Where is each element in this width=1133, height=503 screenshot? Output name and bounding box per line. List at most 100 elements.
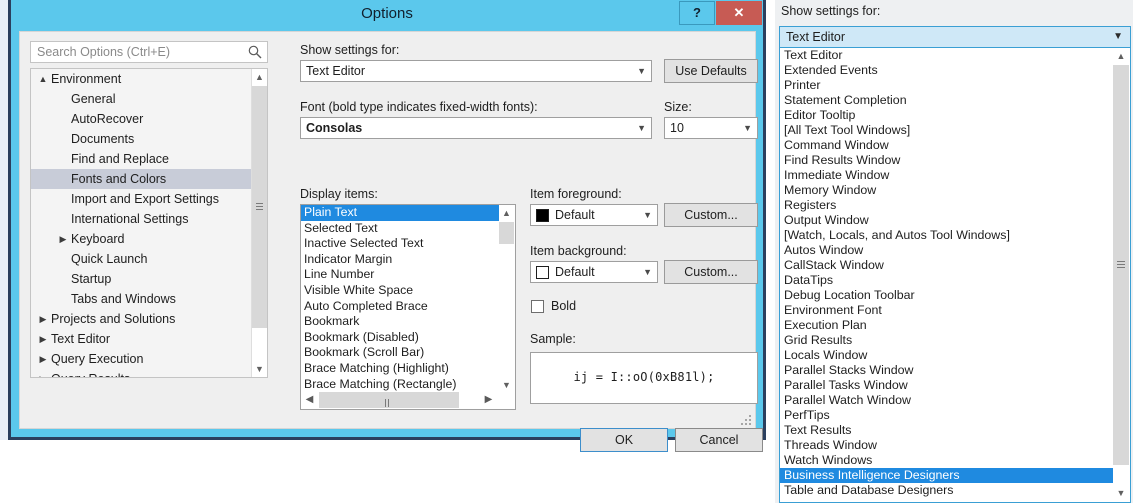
custom-background-button[interactable]: Custom...	[664, 260, 758, 284]
right-list-item[interactable]: DataTips	[780, 273, 1130, 288]
tree-item[interactable]: General	[31, 89, 267, 109]
tree-item[interactable]: ▶ Keyboard	[31, 229, 267, 249]
search-icon[interactable]	[247, 44, 263, 60]
right-list-item[interactable]: Threads Window	[780, 438, 1130, 453]
item-foreground-combo[interactable]: Default ▼	[530, 204, 658, 226]
tree-item[interactable]: Fonts and Colors	[31, 169, 267, 189]
right-list-item[interactable]: Parallel Watch Window	[780, 393, 1130, 408]
right-list-item[interactable]: Editor Tooltip	[780, 108, 1130, 123]
tree-item[interactable]: Startup	[31, 269, 267, 289]
right-list-item[interactable]: Debug Location Toolbar	[780, 288, 1130, 303]
display-items-hscroll-thumb[interactable]	[319, 392, 459, 408]
display-item[interactable]: Line Number	[301, 267, 515, 283]
display-item[interactable]: Bookmark (Scroll Bar)	[301, 345, 515, 361]
custom-foreground-button[interactable]: Custom...	[664, 203, 758, 227]
display-items-scroll-down-icon[interactable]: ▼	[499, 377, 514, 393]
right-list-item[interactable]: CallStack Window	[780, 258, 1130, 273]
options-tree[interactable]: ▲ Environment General AutoRecover Documents F…	[30, 68, 268, 378]
display-items-scroll-left-icon[interactable]: ◀	[301, 392, 318, 408]
display-items-scroll-right-icon[interactable]: ▶	[480, 392, 497, 408]
tree-item[interactable]: ▲ Environment	[31, 69, 267, 89]
right-list-item[interactable]: [Watch, Locals, and Autos Tool Windows]	[780, 228, 1130, 243]
right-list-item[interactable]: Memory Window	[780, 183, 1130, 198]
tree-scrollbar[interactable]: ▲ ▼	[251, 69, 267, 377]
display-item[interactable]: Bookmark	[301, 314, 515, 330]
right-list-item[interactable]: PerfTips	[780, 408, 1130, 423]
tree-item[interactable]: ▶ Projects and Solutions	[31, 309, 267, 329]
right-list-item[interactable]: Execution Plan	[780, 318, 1130, 333]
display-item[interactable]: Auto Completed Brace	[301, 299, 515, 315]
tree-item[interactable]: Tabs and Windows	[31, 289, 267, 309]
display-items-vscrollbar[interactable]: ▲ ▼	[499, 205, 515, 393]
ok-button[interactable]: OK	[580, 428, 668, 452]
right-list-item[interactable]: Watch Windows	[780, 453, 1130, 468]
right-list-item[interactable]: Autos Window	[780, 243, 1130, 258]
right-list-item[interactable]: Parallel Stacks Window	[780, 363, 1130, 378]
right-list-item[interactable]: Parallel Tasks Window	[780, 378, 1130, 393]
tree-item[interactable]: AutoRecover	[31, 109, 267, 129]
right-list-item[interactable]: Statement Completion	[780, 93, 1130, 108]
tree-item[interactable]: International Settings	[31, 209, 267, 229]
right-list-item[interactable]: Printer	[780, 78, 1130, 93]
display-items-scroll-thumb[interactable]	[499, 222, 514, 244]
expander-icon[interactable]: ▶	[55, 229, 71, 249]
tree-scroll-thumb[interactable]	[252, 86, 267, 328]
tree-item[interactable]: Import and Export Settings	[31, 189, 267, 209]
display-items-scroll-up-icon[interactable]: ▲	[499, 205, 514, 221]
display-items-listbox[interactable]: Plain Text Selected Text Inactive Selected…	[300, 204, 516, 410]
expander-icon[interactable]: ▶	[35, 369, 51, 377]
tree-scroll-down-icon[interactable]: ▼	[252, 361, 267, 377]
display-item[interactable]: Plain Text	[301, 205, 515, 221]
right-list-item[interactable]: Environment Font	[780, 303, 1130, 318]
right-list-item[interactable]: Text Editor	[780, 48, 1130, 63]
display-item[interactable]: Visible White Space	[301, 283, 515, 299]
right-list-item[interactable]: Find Results Window	[780, 153, 1130, 168]
tree-scroll-up-icon[interactable]: ▲	[252, 69, 267, 85]
right-list-item[interactable]: Business Intelligence Designers	[780, 468, 1130, 483]
right-list-item[interactable]: Immediate Window	[780, 168, 1130, 183]
right-list-item[interactable]: [All Text Tool Windows]	[780, 123, 1130, 138]
tree-item[interactable]: ▶ Text Editor	[31, 329, 267, 349]
right-list-item[interactable]: Registers	[780, 198, 1130, 213]
right-list-scrollbar[interactable]: ▲ ▼	[1113, 48, 1130, 501]
right-list-scroll-down-icon[interactable]: ▼	[1113, 485, 1129, 501]
show-settings-combo[interactable]: Text Editor ▼	[300, 60, 652, 82]
tree-item[interactable]: ▶Query Results	[31, 369, 267, 377]
display-item[interactable]: Inactive Selected Text	[301, 236, 515, 252]
display-item[interactable]: Indicator Margin	[301, 252, 515, 268]
right-list-scroll-thumb[interactable]	[1113, 65, 1129, 465]
right-list-item[interactable]: Extended Events	[780, 63, 1130, 78]
right-list-item[interactable]: Output Window	[780, 213, 1130, 228]
tree-item[interactable]: Quick Launch	[31, 249, 267, 269]
right-list-item[interactable]: Locals Window	[780, 348, 1130, 363]
right-list-scroll-up-icon[interactable]: ▲	[1113, 48, 1129, 64]
expander-icon[interactable]: ▶	[35, 309, 51, 329]
close-button[interactable]: ✕	[716, 1, 762, 25]
display-item[interactable]: Brace Matching (Rectangle)	[301, 377, 515, 393]
tree-item[interactable]: Documents	[31, 129, 267, 149]
right-settings-combo[interactable]: Text Editor ▼	[779, 26, 1131, 48]
cancel-button[interactable]: Cancel	[675, 428, 763, 452]
expander-icon[interactable]: ▶	[35, 349, 51, 369]
right-list-item[interactable]: Table and Database Designers	[780, 483, 1130, 498]
right-settings-listbox[interactable]: Text Editor Extended Events Printer Stateme…	[779, 48, 1131, 503]
bold-checkbox[interactable]	[531, 300, 544, 313]
size-combo[interactable]: 10 ▼	[664, 117, 758, 139]
expander-icon[interactable]: ▶	[35, 329, 51, 349]
tree-item[interactable]: Find and Replace	[31, 149, 267, 169]
font-combo[interactable]: Consolas ▼	[300, 117, 652, 139]
resize-grip-icon[interactable]	[739, 413, 751, 425]
search-input[interactable]: Search Options (Ctrl+E)	[30, 41, 268, 63]
tree-item[interactable]: ▶ Query Execution	[31, 349, 267, 369]
display-item[interactable]: Selected Text	[301, 221, 515, 237]
help-button[interactable]: ?	[679, 1, 715, 25]
right-list-item[interactable]: Command Window	[780, 138, 1130, 153]
use-defaults-button[interactable]: Use Defaults	[664, 59, 758, 83]
display-items-hscrollbar[interactable]: ◀ ▶	[301, 392, 515, 409]
item-background-combo[interactable]: Default ▼	[530, 261, 658, 283]
right-list-item[interactable]: Grid Results	[780, 333, 1130, 348]
display-item[interactable]: Bookmark (Disabled)	[301, 330, 515, 346]
display-item[interactable]: Brace Matching (Highlight)	[301, 361, 515, 377]
expander-icon[interactable]: ▲	[35, 69, 51, 89]
right-list-item[interactable]: Text Results	[780, 423, 1130, 438]
